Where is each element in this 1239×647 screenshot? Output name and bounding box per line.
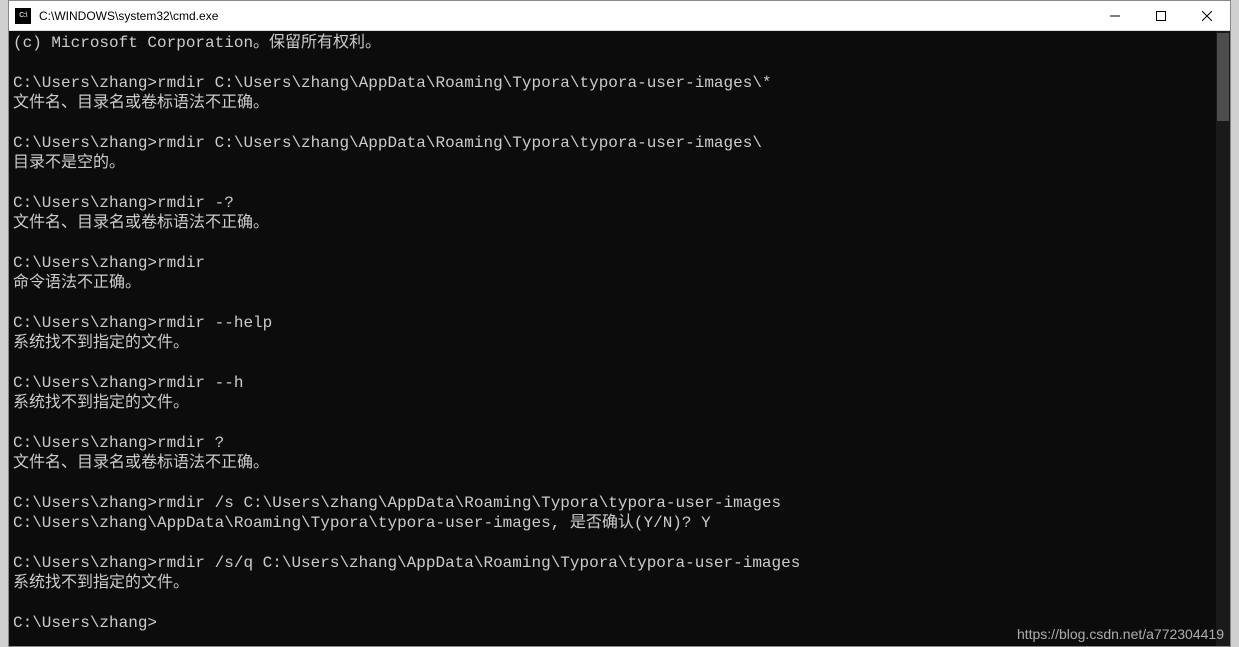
scrollbar-thumb[interactable]: [1217, 33, 1229, 121]
close-button[interactable]: [1184, 1, 1230, 30]
window-title: C:\WINDOWS\system32\cmd.exe: [39, 9, 1092, 23]
maximize-button[interactable]: [1138, 1, 1184, 30]
watermark-text: https://blog.csdn.net/a772304419: [1017, 626, 1224, 642]
scrollbar-track[interactable]: [1216, 31, 1230, 646]
terminal-area: (c) Microsoft Corporation。保留所有权利。 C:\Use…: [9, 31, 1230, 646]
window-controls: [1092, 1, 1230, 30]
cmd-window: C:\ C:\WINDOWS\system32\cmd.exe (c) Micr…: [8, 0, 1231, 647]
background-fragment: [0, 0, 8, 647]
cmd-icon: C:\: [15, 8, 31, 24]
terminal-output[interactable]: (c) Microsoft Corporation。保留所有权利。 C:\Use…: [9, 31, 1216, 646]
titlebar[interactable]: C:\ C:\WINDOWS\system32\cmd.exe: [9, 1, 1230, 31]
minimize-button[interactable]: [1092, 1, 1138, 30]
